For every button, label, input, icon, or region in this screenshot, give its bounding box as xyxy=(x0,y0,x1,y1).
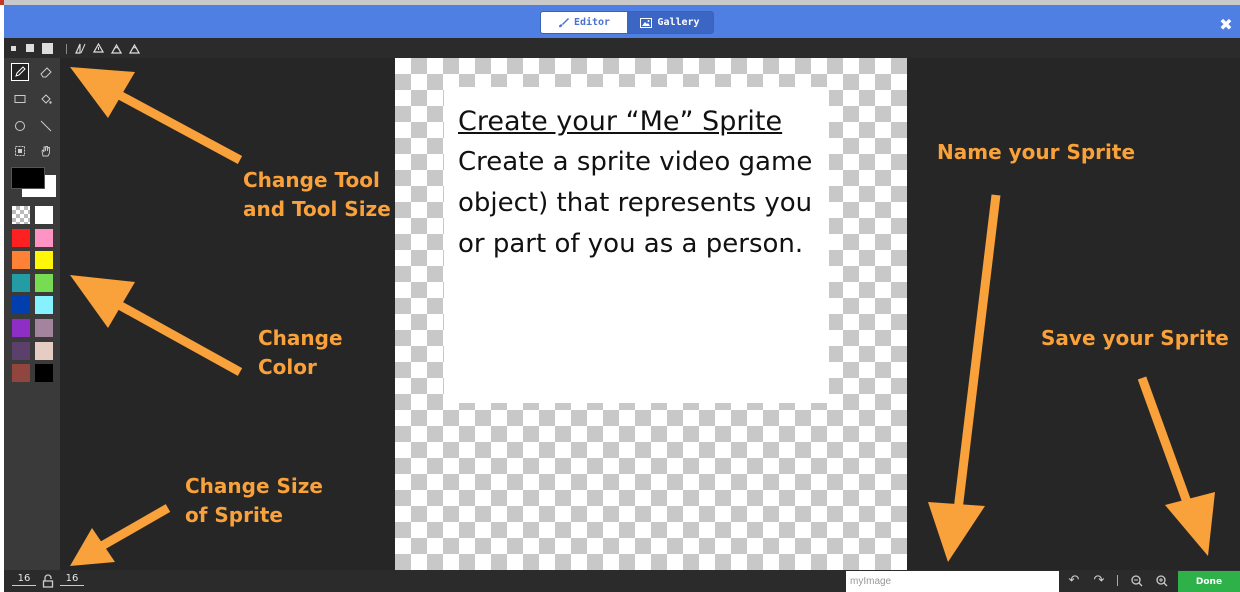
zoom-in-icon[interactable] xyxy=(1154,573,1170,589)
annotation-color-line1: Change xyxy=(258,326,343,350)
annotation-color-line2: Color xyxy=(258,355,317,379)
brush-icon xyxy=(558,18,569,28)
color-swatch[interactable] xyxy=(35,251,53,270)
lock-icon[interactable] xyxy=(42,574,54,588)
color-swatch[interactable] xyxy=(12,206,30,224)
color-swatch[interactable] xyxy=(12,319,30,337)
workspace-right xyxy=(907,58,1240,570)
tab-editor-label: Editor xyxy=(573,17,611,28)
annotation-tool-line2: and Tool Size xyxy=(243,197,391,221)
tab-editor[interactable]: Editor xyxy=(541,12,627,33)
sprite-height-field[interactable]: 16 xyxy=(60,572,84,586)
color-swatch[interactable] xyxy=(35,228,53,247)
flip-vertical-icon[interactable] xyxy=(93,43,104,54)
done-button[interactable]: Done xyxy=(1178,571,1240,592)
tool-eraser[interactable] xyxy=(37,63,55,81)
note-body: Create a sprite video game object) that … xyxy=(458,147,813,259)
eraser-icon xyxy=(40,67,52,78)
tool-circle[interactable] xyxy=(11,117,29,135)
tool-rectangle[interactable] xyxy=(11,90,29,108)
tool-pan[interactable] xyxy=(37,142,55,160)
color-swatch[interactable] xyxy=(12,273,30,292)
brush-size-medium[interactable] xyxy=(26,44,34,52)
undo-icon[interactable]: ↶ xyxy=(1066,573,1082,589)
bottom-divider xyxy=(1117,575,1118,586)
primary-color-swatch[interactable] xyxy=(11,167,45,189)
annotation-tool-line1: Change Tool xyxy=(243,168,380,192)
annotation-size: Change Size of Sprite xyxy=(185,472,323,530)
color-swatch[interactable] xyxy=(35,319,53,337)
tab-gallery[interactable]: Gallery xyxy=(627,12,713,33)
annotation-color: Change Color xyxy=(258,324,343,382)
tool-line[interactable] xyxy=(37,117,55,135)
editor-gallery-toggle: Editor Gallery xyxy=(540,11,714,34)
annotation-save: Save your Sprite xyxy=(1041,326,1229,350)
flip-horizontal-icon[interactable] xyxy=(75,43,86,54)
zoom-out-icon[interactable] xyxy=(1129,573,1145,589)
color-swatch[interactable] xyxy=(35,341,53,360)
marquee-icon xyxy=(15,146,25,156)
annotation-tool: Change Tool and Tool Size xyxy=(243,166,391,224)
editor-header: Editor Gallery ✖ xyxy=(4,5,1240,38)
color-swatch[interactable] xyxy=(12,364,30,383)
color-swatch[interactable] xyxy=(35,273,53,292)
sprite-name-input[interactable] xyxy=(846,571,1059,592)
color-swatch[interactable] xyxy=(35,364,53,383)
rotate-left-icon[interactable] xyxy=(111,43,122,54)
color-swatch[interactable] xyxy=(35,296,53,315)
rectangle-icon xyxy=(14,95,26,103)
annotation-size-line2: of Sprite xyxy=(185,503,283,527)
fill-bucket-icon xyxy=(41,94,52,104)
image-icon xyxy=(640,17,653,28)
circle-icon xyxy=(15,121,25,131)
color-swatch[interactable] xyxy=(12,296,30,315)
sprite-width-field[interactable]: 16 xyxy=(12,572,36,586)
rotate-right-icon[interactable] xyxy=(129,43,140,54)
annotation-size-line1: Change Size xyxy=(185,474,323,498)
tool-marquee[interactable] xyxy=(11,142,29,160)
brush-size-toolbar xyxy=(4,38,1240,58)
annotation-name: Name your Sprite xyxy=(937,140,1136,164)
tool-pencil[interactable] xyxy=(11,63,29,81)
redo-icon[interactable]: ↷ xyxy=(1091,573,1107,589)
sprite-editor-app: Editor Gallery ✖ Create your “Me” Sprite… xyxy=(0,0,1240,592)
note-title: Create your “Me” Sprite xyxy=(458,106,783,137)
tool-fill[interactable] xyxy=(37,90,55,108)
color-swatch[interactable] xyxy=(12,341,30,360)
close-icon[interactable]: ✖ xyxy=(1218,17,1234,33)
tab-gallery-label: Gallery xyxy=(657,17,700,28)
brush-size-large[interactable] xyxy=(42,43,53,54)
line-icon xyxy=(40,120,52,132)
pencil-icon xyxy=(15,66,26,77)
color-swatch[interactable] xyxy=(35,206,53,224)
instruction-note: Create your “Me” Sprite Create a sprite … xyxy=(444,87,829,403)
color-swatch[interactable] xyxy=(12,228,30,247)
toolbar-divider xyxy=(66,44,67,54)
color-swatch[interactable] xyxy=(12,251,30,270)
brush-size-small[interactable] xyxy=(11,46,16,51)
hand-icon xyxy=(41,146,50,157)
